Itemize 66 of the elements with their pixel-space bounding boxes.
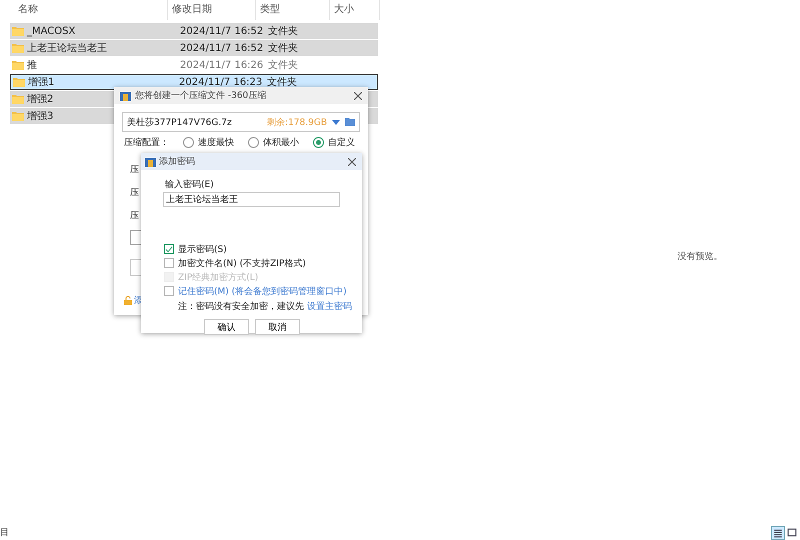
modified-date: 2024/11/7 16:23 <box>179 76 263 88</box>
column-header[interactable]: 大小 <box>330 0 380 20</box>
view-icon[interactable] <box>772 526 784 538</box>
note-text: 注：密码没有安全加密，建议先 设置主密码 <box>178 300 353 313</box>
modified-date: 2024/11/7 16:52 <box>180 42 264 54</box>
status-text: 目 <box>0 527 9 539</box>
file-type: 文件夹 <box>268 24 299 38</box>
file-type: 文件夹 <box>268 58 299 72</box>
preset-radio[interactable]: 自定义 <box>313 136 355 149</box>
option-label: 加密文件名(N) (不支持ZIP格式) <box>178 258 306 270</box>
dropdown-icon[interactable] <box>332 120 340 124</box>
free-space: 剩余:178.9GB <box>267 116 327 128</box>
window-title: 您将创建一个压缩文件 -360压缩 <box>135 90 266 102</box>
archive-icon <box>145 156 156 166</box>
close-icon[interactable] <box>354 92 362 100</box>
file-row[interactable]: _MACOSX 2024/11/7 16:52 文件夹 <box>10 23 378 39</box>
folder-icon <box>12 43 24 53</box>
folder-icon <box>12 94 24 104</box>
setting-label: 压 <box>130 210 139 222</box>
folder-icon <box>12 111 24 121</box>
archive-icon <box>120 90 131 100</box>
preset-label: 自定义 <box>328 136 355 149</box>
file-name: 上老王论坛当老王 <box>27 42 107 55</box>
column-header[interactable]: 修改日期 <box>168 0 256 20</box>
dialog-button[interactable]: 确认 <box>204 319 249 335</box>
file-name: 增强1 <box>28 76 54 89</box>
preset-label: 压缩配置： <box>124 136 169 149</box>
file-name: 推 <box>27 59 37 72</box>
master-password-link[interactable]: 设置主密码 <box>306 302 352 312</box>
checkbox[interactable] <box>164 286 174 296</box>
option-label: 显示密码(S) <box>178 244 227 256</box>
file-name: _MACOSX <box>27 26 76 36</box>
dialog-button[interactable]: 取消 <box>255 319 300 335</box>
setting-label: 压 <box>130 164 139 176</box>
lock-icon <box>124 296 132 305</box>
folder-icon <box>13 77 25 87</box>
file-name: 增强2 <box>27 93 54 106</box>
setting-label: 压 <box>130 187 139 199</box>
modified-date: 2024/11/7 16:52 <box>180 26 264 36</box>
folder-icon <box>12 26 24 36</box>
file-type: 文件夹 <box>267 76 298 89</box>
option-label: 记住密码(M) (将会备您到密码管理窗口中) <box>178 286 347 298</box>
file-name: 增强3 <box>27 110 54 123</box>
file-row[interactable]: 上老王论坛当老王 2024/11/7 16:52 文件夹 <box>10 40 378 56</box>
preset-label: 体积最小 <box>263 136 299 149</box>
field-label: 输入密码(E) <box>165 178 215 191</box>
dialog-title: 添加密码 <box>159 156 195 168</box>
modified-date: 2024/11/7 16:26 <box>180 60 264 70</box>
file-row[interactable]: 推 2024/11/7 16:26 文件夹 <box>10 57 378 73</box>
archive-path-field[interactable]: 美杜莎377P147V76G.7z 剩余:178.9GB <box>122 112 360 132</box>
checkbox[interactable] <box>164 244 174 254</box>
preview-message: 没有预览。 <box>678 250 722 263</box>
view-icon[interactable] <box>786 526 798 538</box>
option-label: ZIP经典加密方式(L) <box>178 272 258 284</box>
column-header[interactable]: 名称 <box>10 0 168 20</box>
preset-radio[interactable]: 速度最快 <box>183 136 234 149</box>
close-icon[interactable] <box>348 158 356 166</box>
checkbox[interactable] <box>164 258 174 268</box>
file-type: 文件夹 <box>268 42 299 55</box>
preset-label: 速度最快 <box>198 136 234 149</box>
folder-icon <box>12 60 24 70</box>
archive-name: 美杜莎377P147V76G.7z <box>127 116 232 128</box>
preset-radio[interactable]: 体积最小 <box>248 136 299 149</box>
password-field[interactable]: 上老王论坛当老王 <box>163 192 340 207</box>
folder-icon[interactable] <box>345 118 355 126</box>
column-header[interactable]: 类型 <box>256 0 330 20</box>
